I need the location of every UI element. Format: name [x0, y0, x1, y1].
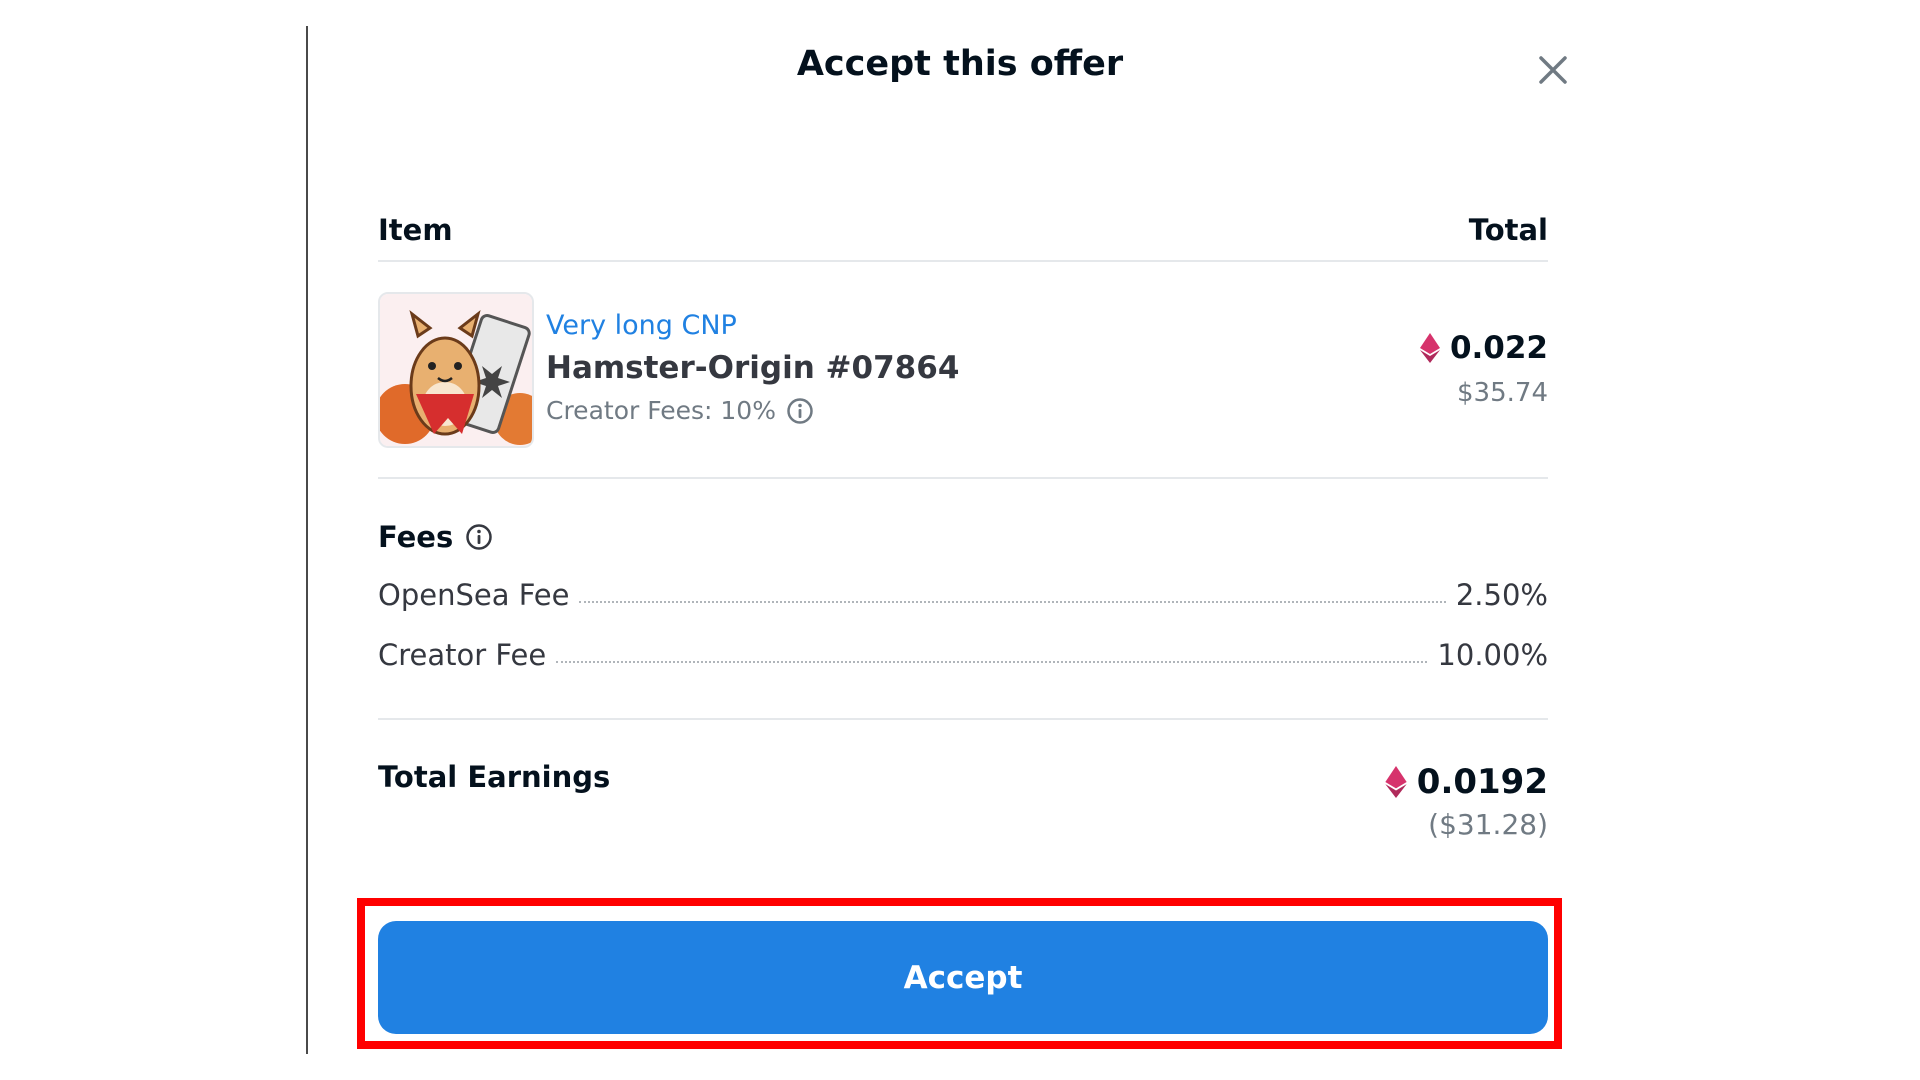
creator-fees-text: Creator Fees: 10%: [546, 396, 814, 425]
fee-label: OpenSea Fee: [378, 578, 570, 612]
fee-row-creator: Creator Fee 10.00%: [378, 638, 1548, 672]
fees-title: Fees: [378, 520, 454, 554]
divider: [378, 718, 1548, 720]
total-earnings-usd: ($31.28): [1428, 808, 1548, 841]
total-earnings-eth: 0.0192: [1385, 762, 1548, 802]
nft-name: Hamster-Origin #07864: [546, 350, 960, 386]
accept-button[interactable]: Accept: [378, 921, 1548, 1034]
fee-row-opensea: OpenSea Fee 2.50%: [378, 578, 1548, 612]
info-icon[interactable]: [465, 523, 493, 551]
modal-title: Accept this offer: [796, 44, 1124, 84]
creator-fees-label: Creator Fees: 10%: [546, 396, 776, 425]
collection-link[interactable]: Very long CNP: [546, 310, 737, 341]
dotted-leader: [579, 601, 1446, 603]
nft-thumbnail: [378, 292, 534, 448]
close-button[interactable]: [1535, 52, 1571, 88]
column-header-item: Item: [378, 213, 453, 247]
divider: [378, 260, 1548, 262]
dotted-leader: [556, 661, 1428, 663]
fee-label: Creator Fee: [378, 638, 547, 672]
fee-value: 2.50%: [1455, 578, 1548, 612]
info-icon[interactable]: [786, 397, 814, 425]
close-icon: [1539, 56, 1567, 84]
ethereum-icon: [1385, 766, 1407, 798]
column-header-total: Total: [1468, 213, 1548, 247]
total-earnings-eth-value: 0.0192: [1416, 762, 1548, 802]
modal-left-border: [306, 26, 308, 1054]
fee-value: 10.00%: [1437, 638, 1548, 672]
ethereum-icon: [1419, 333, 1440, 363]
divider: [378, 477, 1548, 479]
total-earnings-label: Total Earnings: [378, 760, 611, 794]
item-price-eth: 0.022: [1419, 330, 1548, 366]
item-price-eth-value: 0.022: [1449, 330, 1548, 366]
fees-heading: Fees: [378, 520, 493, 554]
item-price-usd: $35.74: [1457, 378, 1548, 408]
